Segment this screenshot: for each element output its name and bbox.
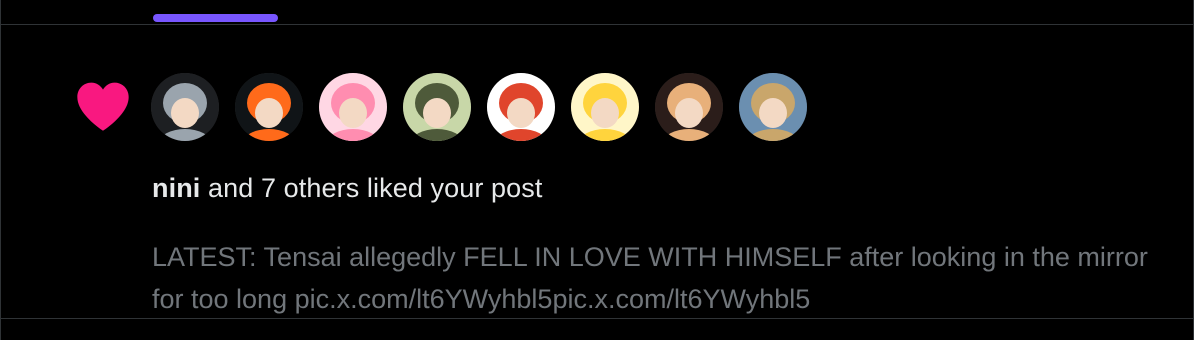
post-preview-text[interactable]: LATEST: Tensai allegedly FELL IN LOVE WI… <box>152 236 1182 320</box>
liker-avatar[interactable] <box>235 73 303 141</box>
divider <box>1 318 1194 319</box>
liker-avatar[interactable] <box>319 73 387 141</box>
liker-avatar[interactable] <box>151 73 219 141</box>
liker-avatar[interactable] <box>739 73 807 141</box>
active-tab-indicator <box>153 14 278 22</box>
liker-avatar[interactable] <box>571 73 639 141</box>
liker-avatar[interactable] <box>487 73 555 141</box>
notification-headline: nini and 7 others liked your post <box>152 173 543 204</box>
liker-avatar[interactable] <box>403 73 471 141</box>
action-text: and 7 others liked your post <box>200 173 543 203</box>
like-notification[interactable]: nini and 7 others liked your post LATEST… <box>1 25 1194 318</box>
heart-icon <box>77 82 129 131</box>
timeline-column: nini and 7 others liked your post LATEST… <box>0 0 1194 340</box>
liker-avatars <box>151 73 807 141</box>
actor-name[interactable]: nini <box>152 173 200 203</box>
liker-avatar[interactable] <box>655 73 723 141</box>
